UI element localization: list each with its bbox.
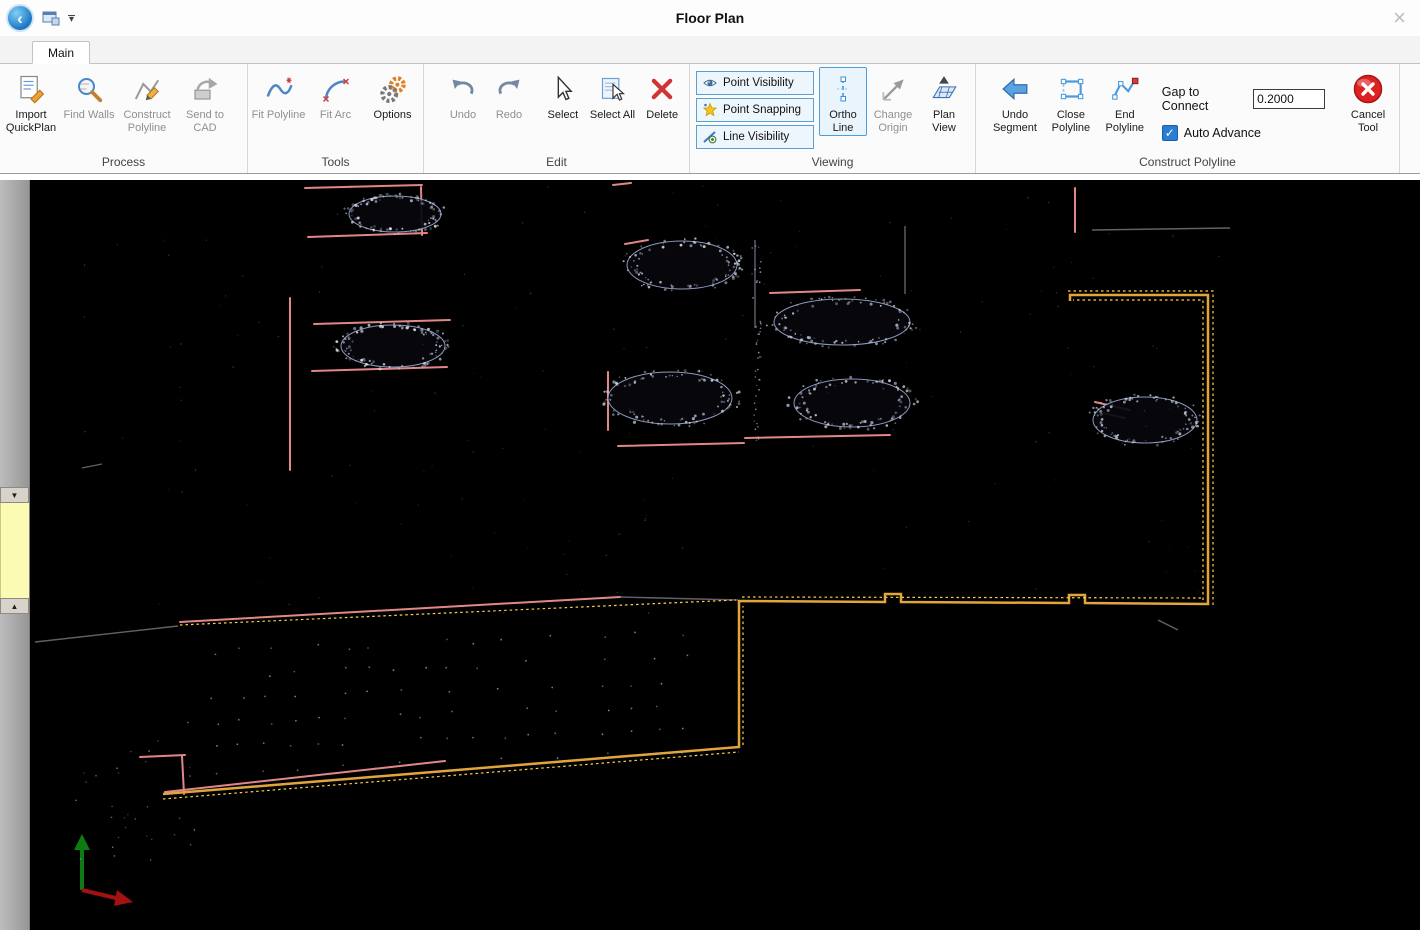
- group-label-construct-polyline: Construct Polyline: [976, 154, 1399, 173]
- undo-segment-button[interactable]: Undo Segment: [986, 67, 1044, 136]
- construct-polyline-button[interactable]: Construct Polyline: [118, 67, 176, 136]
- change-origin-button[interactable]: Change Origin: [867, 67, 919, 136]
- delete-button[interactable]: Delete: [637, 67, 687, 123]
- point-visibility-icon: [701, 75, 718, 92]
- auto-advance-label: Auto Advance: [1184, 126, 1261, 140]
- scrollbar-thumb[interactable]: [0, 503, 29, 598]
- construct-polyline-icon: [131, 73, 163, 105]
- fit-polyline-icon: [263, 73, 295, 105]
- cancel-tool-button[interactable]: Cancel Tool: [1339, 67, 1397, 136]
- plan-view-button[interactable]: Plan View: [919, 67, 969, 136]
- ribbon-tabs: Main: [0, 36, 1420, 64]
- fit-arc-icon: [320, 73, 352, 105]
- tab-main[interactable]: Main: [32, 41, 90, 64]
- group-viewing: Point Visibility Point Snapping Line Vis…: [690, 64, 976, 173]
- find-walls-icon: [73, 73, 105, 105]
- select-icon: [547, 73, 579, 105]
- send-to-cad-icon: [189, 73, 221, 105]
- fit-arc-button[interactable]: Fit Arc: [307, 67, 364, 123]
- group-tools: Fit Polyline Fit Arc Options Tools: [248, 64, 424, 173]
- find-walls-button[interactable]: Find Walls: [60, 67, 118, 123]
- line-visibility-icon: [701, 129, 718, 146]
- select-all-button[interactable]: Select All: [588, 67, 638, 123]
- close-polyline-button[interactable]: Close Polyline: [1044, 67, 1098, 136]
- fit-polyline-button[interactable]: Fit Polyline: [250, 67, 307, 123]
- ortho-line-icon: [827, 73, 859, 105]
- point-cloud-svg: [30, 180, 1420, 930]
- visibility-toggle-stack: Point Visibility Point Snapping Line Vis…: [692, 67, 817, 149]
- group-edit: Undo Redo Select: [424, 64, 690, 173]
- plan-view-icon: [928, 73, 960, 105]
- close-icon[interactable]: ×: [1393, 7, 1406, 29]
- undo-button[interactable]: Undo: [440, 67, 486, 123]
- scroll-down-button[interactable]: ▼: [0, 487, 29, 503]
- line-visibility-toggle[interactable]: Line Visibility: [696, 125, 814, 149]
- window-title: Floor Plan: [676, 10, 744, 26]
- ortho-line-button[interactable]: Ortho Line: [819, 67, 867, 136]
- group-label-process: Process: [0, 154, 247, 173]
- import-quickplan-icon: [15, 73, 47, 105]
- options-icon: [377, 73, 409, 105]
- end-polyline-icon: [1109, 73, 1141, 105]
- point-snapping-toggle[interactable]: Point Snapping: [696, 98, 814, 122]
- cancel-tool-icon: [1352, 73, 1384, 105]
- end-polyline-button[interactable]: End Polyline: [1098, 67, 1152, 136]
- app-window: ‹ ▾ Floor Plan × Main Import QuickPlan: [0, 0, 1420, 930]
- import-quickplan-button[interactable]: Import QuickPlan: [2, 67, 60, 136]
- back-button[interactable]: ‹: [6, 4, 34, 32]
- app-icon: [42, 10, 60, 26]
- change-origin-icon: [877, 73, 909, 105]
- select-button[interactable]: Select: [538, 67, 588, 123]
- undo-segment-icon: [999, 73, 1031, 105]
- ribbon: Import QuickPlan Find Walls Construct Po…: [0, 64, 1420, 174]
- select-all-icon: [597, 73, 629, 105]
- titlebar: ‹ ▾ Floor Plan ×: [0, 0, 1420, 36]
- auto-advance-checkbox[interactable]: ✓: [1162, 125, 1178, 141]
- group-label-tools: Tools: [248, 154, 423, 173]
- send-to-cad-button[interactable]: Send to CAD: [176, 67, 234, 136]
- group-construct-polyline: Undo Segment Close Polyline End Polyline: [976, 64, 1400, 173]
- scrollbar-track-bottom[interactable]: [0, 614, 29, 930]
- close-polyline-icon: [1055, 73, 1087, 105]
- left-scrollbar: ▼ ▲: [0, 180, 30, 930]
- undo-icon: [447, 73, 479, 105]
- group-label-edit: Edit: [424, 154, 689, 173]
- gap-to-connect-label: Gap to Connect: [1162, 85, 1249, 113]
- group-label-viewing: Viewing: [690, 154, 975, 173]
- floorplan-canvas[interactable]: [30, 180, 1420, 930]
- redo-icon: [493, 73, 525, 105]
- redo-button[interactable]: Redo: [486, 67, 532, 123]
- point-snapping-icon: [701, 102, 718, 119]
- scrollbar-track-top[interactable]: [0, 180, 29, 487]
- scroll-up-button[interactable]: ▲: [0, 598, 29, 614]
- point-visibility-toggle[interactable]: Point Visibility: [696, 71, 814, 95]
- group-process: Import QuickPlan Find Walls Construct Po…: [0, 64, 248, 173]
- construct-options: Gap to Connect ✓ Auto Advance: [1152, 67, 1331, 141]
- gap-to-connect-input[interactable]: [1253, 89, 1325, 109]
- delete-icon: [646, 73, 678, 105]
- options-button[interactable]: Options: [364, 67, 421, 123]
- quick-access-menu-icon[interactable]: ▾: [68, 15, 75, 22]
